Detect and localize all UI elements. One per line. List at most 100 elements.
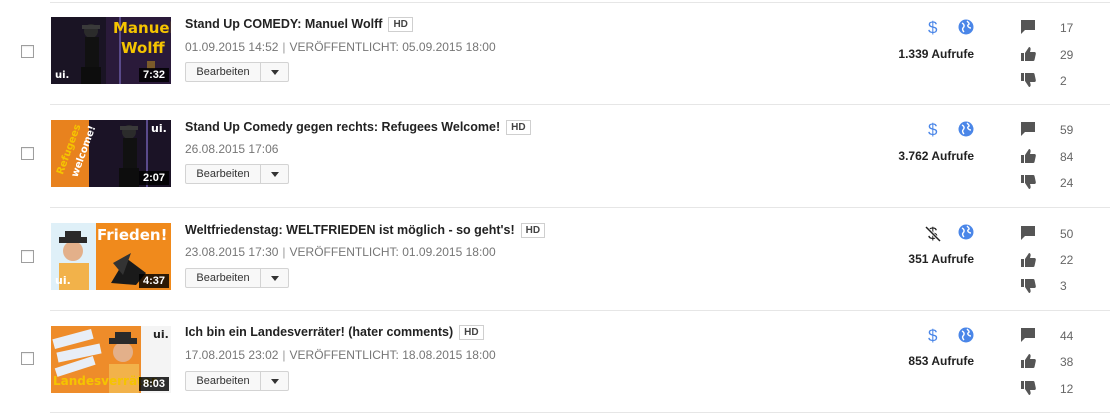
edit-button[interactable]: Bearbeiten	[185, 164, 261, 184]
dollar-icon[interactable]: $	[926, 18, 940, 36]
edit-dropdown-button[interactable]	[261, 62, 289, 82]
video-title[interactable]: Ich bin ein Landesverräter! (hater comme…	[185, 325, 484, 340]
video-title-text[interactable]: Ich bin ein Landesverräter! (hater comme…	[185, 325, 453, 339]
edit-dropdown-button[interactable]	[261, 268, 289, 288]
comment-icon[interactable]	[1020, 327, 1036, 343]
chevron-down-icon	[270, 378, 279, 384]
thumbnail-text: Wolff	[121, 39, 165, 57]
edit-button-group: Bearbeiten	[185, 164, 289, 184]
comment-icon[interactable]	[1020, 19, 1036, 35]
hd-badge: HD	[506, 120, 531, 135]
thumbnail-text: Frieden!	[97, 226, 168, 244]
dollar-icon[interactable]: $	[926, 120, 940, 138]
channel-logo: ui.	[153, 328, 169, 341]
globe-icon[interactable]	[958, 121, 974, 137]
video-dates: 01.09.2015 14:52 | VERÖFFENTLICHT: 05.09.2…	[185, 40, 496, 54]
publish-date: VERÖFFENTLICHT: 18.08.2015 18:00	[289, 348, 496, 362]
video-duration: 2:07	[138, 171, 169, 185]
dollar-icon[interactable]: $	[926, 326, 940, 344]
globe-icon[interactable]	[958, 224, 974, 240]
channel-logo: ui.	[55, 70, 70, 81]
view-count: 351 Aufrufe	[908, 252, 974, 266]
thumbs-down-icon[interactable]	[1020, 72, 1036, 88]
svg-text:$: $	[928, 326, 938, 344]
like-count: 22	[1060, 253, 1074, 267]
comment-count: 50	[1060, 227, 1074, 241]
row-checkbox[interactable]	[21, 250, 34, 263]
thumbs-up-icon[interactable]	[1020, 148, 1036, 164]
video-row: Landesverräter ui. 8:03 Ich bin ein Land…	[0, 309, 1110, 412]
separator: |	[282, 40, 286, 54]
comment-count: 44	[1060, 329, 1074, 343]
video-title-text[interactable]: Weltfriedenstag: WELTFRIEDEN ist möglich…	[185, 223, 515, 237]
video-row: Refugees welcome! ui. 2:07 Stand Up Come…	[0, 103, 1110, 206]
comment-count: 17	[1060, 21, 1074, 35]
edit-dropdown-button[interactable]	[261, 164, 289, 184]
row-divider	[50, 412, 1110, 413]
thumbs-down-icon[interactable]	[1020, 278, 1036, 294]
video-row: Manuel Wolff ui. 7:32 Stand Up COMEDY: M…	[0, 0, 1110, 103]
view-count: 1.339 Aufrufe	[898, 47, 974, 61]
svg-text:$: $	[928, 18, 938, 36]
separator: |	[282, 245, 286, 259]
globe-icon[interactable]	[958, 327, 974, 343]
edit-button[interactable]: Bearbeiten	[185, 62, 261, 82]
chevron-down-icon	[270, 69, 279, 75]
upload-date: 17.08.2015 23:02	[185, 348, 279, 362]
upload-date: 01.09.2015 14:52	[185, 40, 279, 54]
edit-button-group: Bearbeiten	[185, 371, 289, 391]
chevron-down-icon	[270, 171, 279, 177]
globe-icon[interactable]	[958, 19, 974, 35]
like-count: 84	[1060, 150, 1074, 164]
like-count: 29	[1060, 48, 1074, 62]
video-dates: 17.08.2015 23:02 | VERÖFFENTLICHT: 18.08.2…	[185, 348, 496, 362]
video-row: Frieden! ui. 4:37 Weltfriedenstag: WELTF…	[0, 206, 1110, 309]
video-thumbnail[interactable]: Refugees welcome! ui. 2:07	[51, 120, 171, 187]
thumbs-up-icon[interactable]	[1020, 46, 1036, 62]
video-title-text[interactable]: Stand Up COMEDY: Manuel Wolff	[185, 17, 382, 31]
upload-date: 26.08.2015 17:06	[185, 142, 279, 156]
video-title-text[interactable]: Stand Up Comedy gegen rechts: Refugees W…	[185, 120, 500, 134]
video-duration: 8:03	[138, 377, 169, 391]
view-count: 853 Aufrufe	[908, 354, 974, 368]
edit-button-group: Bearbeiten	[185, 62, 289, 82]
channel-logo: ui.	[151, 122, 167, 135]
edit-button-group: Bearbeiten	[185, 268, 289, 288]
channel-logo: ui.	[55, 274, 71, 287]
comment-icon[interactable]	[1020, 121, 1036, 137]
publish-date: VERÖFFENTLICHT: 05.09.2015 18:00	[289, 40, 496, 54]
video-title[interactable]: Stand Up Comedy gegen rechts: Refugees W…	[185, 120, 531, 135]
video-duration: 4:37	[138, 274, 169, 288]
upload-date: 23.08.2015 17:30	[185, 245, 279, 259]
video-thumbnail[interactable]: Landesverräter ui. 8:03	[51, 326, 171, 393]
hd-badge: HD	[520, 223, 546, 238]
dollar-off-icon[interactable]: $	[925, 224, 941, 242]
video-thumbnail[interactable]: Manuel Wolff ui. 7:32	[51, 17, 171, 84]
separator: |	[282, 348, 286, 362]
row-checkbox[interactable]	[21, 147, 34, 160]
comment-count: 59	[1060, 123, 1074, 137]
thumbnail-text: Manuel	[113, 19, 171, 37]
row-checkbox[interactable]	[21, 45, 34, 58]
edit-dropdown-button[interactable]	[261, 371, 289, 391]
chevron-down-icon	[270, 275, 279, 281]
video-thumbnail[interactable]: Frieden! ui. 4:37	[51, 223, 171, 290]
thumbs-down-icon[interactable]	[1020, 380, 1036, 396]
video-title[interactable]: Stand Up COMEDY: Manuel Wolff HD	[185, 17, 413, 32]
hd-badge: HD	[388, 17, 413, 32]
like-count: 38	[1060, 355, 1074, 369]
publish-date: VERÖFFENTLICHT: 01.09.2015 18:00	[289, 245, 496, 259]
dislike-count: 2	[1060, 74, 1067, 88]
view-count: 3.762 Aufrufe	[898, 149, 974, 163]
svg-text:$: $	[928, 120, 938, 138]
thumbs-down-icon[interactable]	[1020, 174, 1036, 190]
thumbs-up-icon[interactable]	[1020, 353, 1036, 369]
comment-icon[interactable]	[1020, 225, 1036, 241]
hd-badge: HD	[459, 325, 484, 340]
video-title[interactable]: Weltfriedenstag: WELTFRIEDEN ist möglich…	[185, 223, 546, 238]
edit-button[interactable]: Bearbeiten	[185, 268, 261, 288]
edit-button[interactable]: Bearbeiten	[185, 371, 261, 391]
row-checkbox[interactable]	[21, 352, 34, 365]
thumbs-up-icon[interactable]	[1020, 252, 1036, 268]
dislike-count: 12	[1060, 382, 1074, 396]
